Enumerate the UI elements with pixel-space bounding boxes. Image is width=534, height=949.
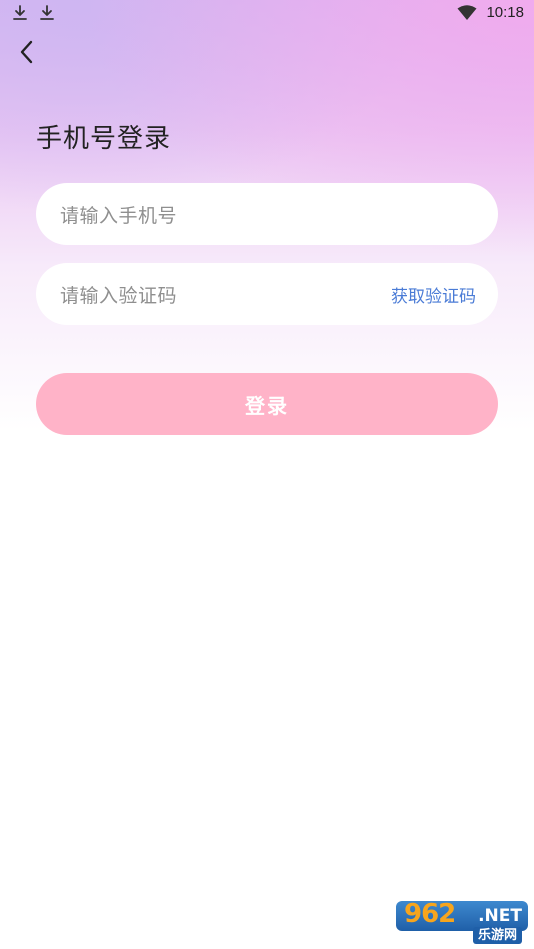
chevron-left-icon xyxy=(14,40,40,70)
back-button[interactable] xyxy=(14,38,40,66)
get-code-button[interactable]: 获取验证码 xyxy=(391,282,476,307)
page-title: 手机号登录 xyxy=(36,124,172,154)
status-time: 10:18 xyxy=(486,4,524,21)
watermark-site-name: 乐游网 xyxy=(472,927,522,944)
login-button[interactable]: 登录 xyxy=(36,373,498,435)
code-input-placeholder: 请输入验证码 xyxy=(60,284,178,307)
download-icon xyxy=(12,5,28,21)
watermark-logo-number: 962 xyxy=(404,901,456,929)
download-icon xyxy=(39,5,55,21)
wifi-icon xyxy=(457,5,477,21)
watermark-logo-suffix: .NET xyxy=(478,906,522,926)
phone-input-placeholder: 请输入手机号 xyxy=(60,204,178,227)
verification-code-input[interactable]: 请输入验证码 获取验证码 xyxy=(36,263,498,325)
status-bar: 10:18 xyxy=(0,0,534,28)
site-watermark: 962 .NET 乐游网 xyxy=(396,901,528,945)
phone-input[interactable]: 请输入手机号 xyxy=(36,183,498,245)
